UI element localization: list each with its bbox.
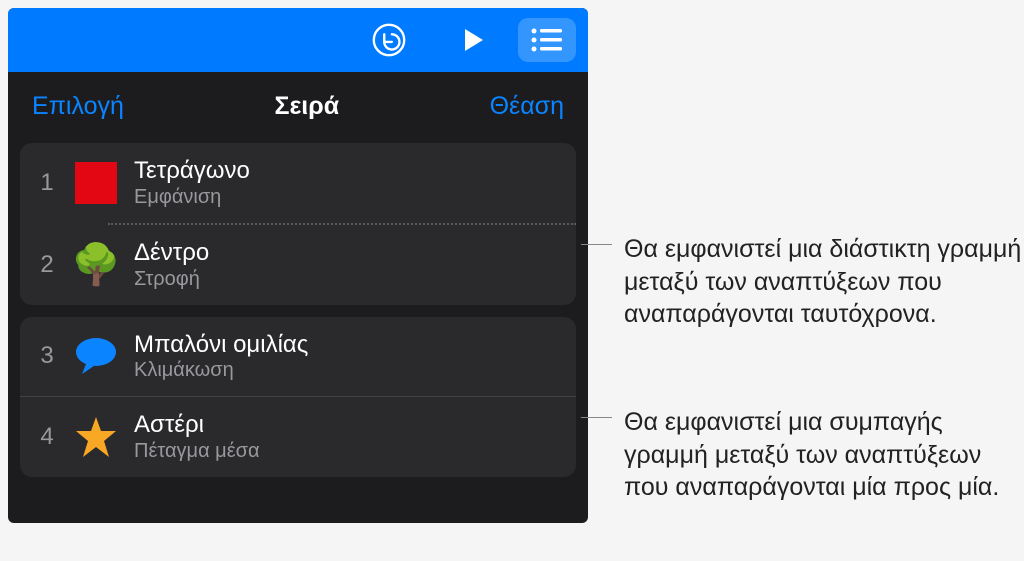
callout-dotted: Θα εμφανιστεί μια διάστικτη γραμμή μεταξ…	[581, 233, 1024, 331]
item-title: Μπαλόνι ομιλίας	[134, 331, 564, 360]
callout-line	[581, 244, 612, 245]
animation-order-panel: Επιλογή Σειρά Θέαση 1 Τετράγωνο Εμφάνιση…	[8, 8, 588, 523]
items-group-1: 1 Τετράγωνο Εμφάνιση 2 🌳 Δέντρο Στροφή	[20, 143, 576, 305]
tree-icon: 🌳	[74, 243, 118, 287]
item-subtitle: Κλιμάκωση	[134, 359, 564, 382]
item-number: 3	[32, 342, 62, 370]
panel-title: Σειρά	[274, 92, 339, 121]
subheader: Επιλογή Σειρά Θέαση	[8, 72, 588, 143]
callout-text: Θα εμφανιστεί μια διάστικτη γραμμή μεταξ…	[624, 233, 1024, 331]
callout-line	[581, 417, 612, 418]
item-title: Τετράγωνο	[134, 157, 564, 186]
item-number: 2	[32, 251, 62, 279]
undo-icon[interactable]	[370, 21, 408, 59]
item-number: 1	[32, 169, 62, 197]
item-title: Δέντρο	[134, 239, 564, 268]
list-item[interactable]: 2 🌳 Δέντρο Στροφή	[20, 225, 576, 305]
list-item[interactable]: 3 Μπαλόνι ομιλίας Κλιμάκωση	[20, 317, 576, 397]
item-text: Μπαλόνι ομιλίας Κλιμάκωση	[134, 331, 564, 383]
list-icon	[530, 27, 564, 53]
item-text: Τετράγωνο Εμφάνιση	[134, 157, 564, 209]
play-icon[interactable]	[458, 25, 488, 55]
callout-text: Θα εμφανιστεί μια συμπαγής γραμμή μεταξύ…	[624, 406, 1024, 504]
callout-solid: Θα εμφανιστεί μια συμπαγής γραμμή μεταξύ…	[581, 406, 1024, 504]
item-title: Αστέρι	[134, 411, 564, 440]
item-number: 4	[32, 423, 62, 451]
square-icon	[74, 161, 118, 205]
list-item[interactable]: 4 Αστέρι Πέταγμα μέσα	[20, 397, 576, 477]
preview-button[interactable]: Θέαση	[490, 92, 564, 121]
items-group-2: 3 Μπαλόνι ομιλίας Κλιμάκωση 4 Αστέρι	[20, 317, 576, 478]
item-subtitle: Εμφάνιση	[134, 186, 564, 209]
item-text: Αστέρι Πέταγμα μέσα	[134, 411, 564, 463]
speech-bubble-icon	[74, 334, 118, 378]
star-icon	[74, 415, 118, 459]
item-text: Δέντρο Στροφή	[134, 239, 564, 291]
build-order-list-button[interactable]	[518, 18, 576, 62]
selection-button[interactable]: Επιλογή	[32, 92, 124, 121]
item-subtitle: Πέταγμα μέσα	[134, 440, 564, 463]
toolbar	[8, 8, 588, 72]
list-item[interactable]: 1 Τετράγωνο Εμφάνιση	[20, 143, 576, 223]
item-subtitle: Στροφή	[134, 268, 564, 291]
